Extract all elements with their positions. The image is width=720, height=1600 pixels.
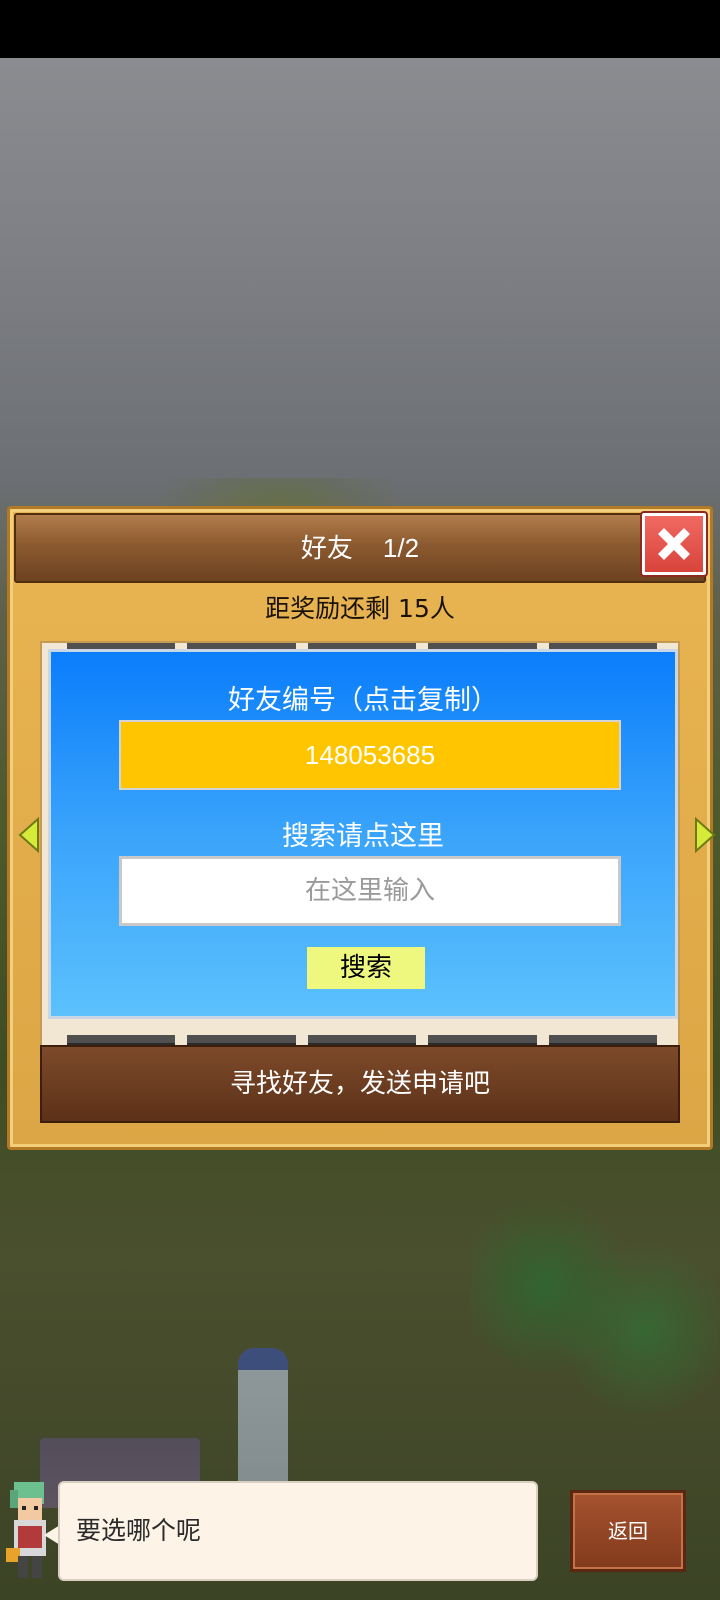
back-button[interactable]: 返回 — [570, 1490, 686, 1572]
search-input[interactable]: 在这里输入 — [119, 856, 621, 926]
friend-id-value[interactable]: 148053685 — [119, 720, 621, 790]
friend-id-label[interactable]: 好友编号（点击复制） — [51, 678, 675, 717]
friend-slot[interactable] — [307, 1035, 417, 1045]
close-button[interactable] — [640, 511, 708, 577]
status-bar — [0, 0, 720, 58]
speech-text: 要选哪个呢 — [76, 1516, 202, 1545]
speech-bubble: 要选哪个呢 — [58, 1481, 538, 1581]
friends-dialog: 好友 1/2 距奖励还剩 15人 好友编号（点击复制） 148053685 搜索… — [7, 506, 716, 1150]
reward-remaining-text: 距奖励还剩 15人 — [265, 594, 455, 623]
page-indicator: 1/2 — [382, 533, 420, 563]
dialog-title: 好友 1/2 — [16, 515, 704, 581]
friend-slot[interactable] — [548, 1035, 658, 1045]
close-icon — [658, 528, 690, 560]
title-text: 好友 — [300, 533, 353, 563]
friend-slot[interactable] — [428, 1035, 537, 1045]
friend-id-panel: 好友编号（点击复制） 148053685 搜索请点这里 在这里输入 搜索 — [48, 649, 678, 1019]
scenery-trees — [470, 1198, 720, 1418]
search-button[interactable]: 搜索 — [307, 947, 425, 989]
arrow-left-icon[interactable] — [18, 817, 40, 853]
friend-slot[interactable] — [67, 1035, 176, 1045]
find-friends-bar[interactable]: 寻找好友，发送申请吧 — [40, 1045, 680, 1123]
search-label: 搜索请点这里 — [282, 821, 444, 852]
dialog-header: 好友 1/2 — [14, 513, 706, 583]
arrow-right-icon[interactable] — [694, 817, 716, 853]
slot-row-bottom — [67, 1035, 658, 1045]
friend-slot[interactable] — [187, 1035, 296, 1045]
